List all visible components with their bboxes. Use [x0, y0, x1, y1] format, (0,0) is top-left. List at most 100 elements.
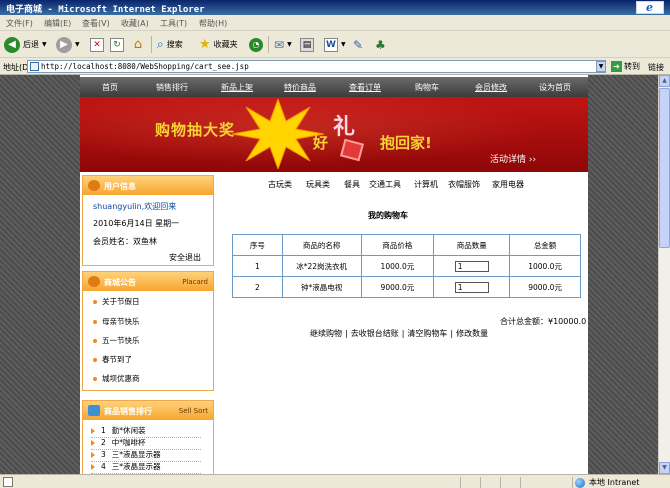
- scroll-thumb[interactable]: [659, 88, 670, 248]
- stop-icon: ✕: [90, 37, 104, 52]
- scroll-down-button[interactable]: ▼: [659, 462, 670, 474]
- chevron-down-icon: ▼: [42, 41, 47, 48]
- menu-help[interactable]: 帮助(H): [199, 18, 227, 29]
- address-url: http://localhost:8080/WebShopping/cart_s…: [41, 62, 249, 71]
- vertical-scrollbar[interactable]: ▲ ▼: [658, 75, 670, 474]
- rank-title: 商品销售排行: [104, 407, 152, 416]
- product-name: 冰*22岗洗衣机: [281, 255, 362, 277]
- quantity-input[interactable]: 1: [454, 260, 489, 272]
- nav-member-edit[interactable]: 会员修改: [475, 82, 507, 93]
- nav-home[interactable]: 首页: [102, 82, 118, 93]
- column-header: 总金额: [509, 234, 581, 256]
- column-header: 商品数量: [433, 234, 511, 256]
- shop-site: 首页 销售排行 新品上架 特价商品 查看订单 购物车 会员修改 设为首页 购物抽…: [80, 75, 588, 474]
- word-icon: W: [324, 37, 338, 52]
- history-icon: ◔: [249, 37, 263, 52]
- quantity-input[interactable]: 1: [454, 281, 489, 293]
- update-quantity-link[interactable]: 修改数量: [456, 329, 488, 338]
- edit-button[interactable]: W ▼: [324, 35, 346, 54]
- address-bar: 地址(D) http://localhost:8080/WebShopping/…: [0, 58, 670, 75]
- messenger-icon: ♣: [375, 37, 386, 52]
- menu-edit[interactable]: 编辑(E): [44, 18, 71, 29]
- notice-item[interactable]: 五一节快乐: [93, 335, 140, 346]
- clear-cart-link[interactable]: 清空购物车: [407, 329, 447, 338]
- menu-file[interactable]: 文件(F): [6, 18, 33, 29]
- notice-item[interactable]: 城坝优惠商: [93, 373, 140, 384]
- nav-new-arrivals[interactable]: 新品上架: [221, 82, 253, 93]
- cart-actions: 继续购物 | 去收银台结账 | 清空购物车 | 修改数量: [310, 329, 489, 338]
- star-icon: ★: [199, 37, 211, 52]
- forward-button[interactable]: ▶ ▼: [56, 35, 80, 54]
- notice-item[interactable]: 关于节假日: [93, 296, 140, 307]
- search-label: 搜索: [166, 40, 183, 49]
- stop-button[interactable]: ✕: [90, 35, 104, 54]
- category-link[interactable]: 古玩类: [268, 179, 292, 190]
- rank-item[interactable]: 4 三*液晶显示器: [91, 461, 201, 474]
- toolbar-separator: [268, 36, 269, 53]
- nav-set-homepage[interactable]: 设为首页: [539, 82, 571, 93]
- notice-title: 商城公告: [104, 278, 136, 287]
- nav-sales-rank[interactable]: 销售排行: [156, 82, 188, 93]
- history-button[interactable]: ◔: [249, 35, 263, 54]
- menu-view[interactable]: 查看(V): [82, 18, 110, 29]
- chevron-down-icon: ▼: [341, 41, 346, 48]
- banner-details-link[interactable]: 活动详情 ››: [490, 152, 536, 165]
- quantity-cell: 1: [433, 276, 511, 298]
- nav-special-offers[interactable]: 特价商品: [284, 82, 316, 93]
- page-icon: [30, 62, 39, 71]
- notice-item[interactable]: 春节到了: [93, 354, 132, 365]
- nav-cart[interactable]: 购物车: [415, 82, 439, 93]
- category-link[interactable]: 计算机: [414, 179, 438, 190]
- refresh-icon: ↻: [110, 37, 124, 52]
- continue-shopping-link[interactable]: 继续购物: [310, 329, 342, 338]
- user-info-title: 用户信息: [104, 182, 136, 191]
- print-button[interactable]: ▤: [300, 35, 314, 54]
- home-button[interactable]: ⌂: [131, 35, 145, 54]
- category-link[interactable]: 衣帽服饰: [448, 179, 480, 190]
- banner-gift-text: 礼: [333, 114, 356, 140]
- promo-banner[interactable]: 购物抽大奖 好 礼 抱回家! 活动详情 ››: [80, 97, 588, 172]
- address-input[interactable]: http://localhost:8080/WebShopping/cart_s…: [27, 60, 606, 73]
- discuss-button[interactable]: ✎: [353, 35, 363, 54]
- refresh-button[interactable]: ↻: [110, 35, 124, 54]
- mail-button[interactable]: ✉ ▼: [274, 35, 292, 54]
- search-button[interactable]: ⌕ 搜索: [157, 35, 183, 54]
- checkout-link[interactable]: 去收银台结账: [351, 329, 399, 338]
- bullet-icon: [93, 299, 97, 304]
- row-total: 1000.0元: [509, 255, 581, 277]
- notice-title-en: Placard: [182, 278, 208, 286]
- chevron-down-icon: ▼: [75, 41, 80, 48]
- scroll-up-button[interactable]: ▲: [659, 75, 670, 87]
- product-name: 钟*液晶电视: [281, 276, 362, 298]
- notice-item[interactable]: 母亲节快乐: [93, 316, 140, 327]
- links-button[interactable]: 链接: [648, 62, 664, 73]
- logout-link[interactable]: 安全退出: [169, 252, 201, 263]
- row-total: 9000.0元: [509, 276, 581, 298]
- go-label: 转到: [624, 62, 640, 71]
- back-arrow-icon: ◀: [4, 36, 20, 53]
- grand-total: 合计总金额：¥10000.0: [500, 317, 587, 326]
- nav-view-orders[interactable]: 查看订单: [349, 82, 381, 93]
- favorites-button[interactable]: ★ 收藏夹: [199, 35, 238, 54]
- security-zone: 本地 Intranet: [575, 477, 639, 488]
- status-bar: 本地 Intranet: [0, 474, 670, 488]
- page-done-icon: [3, 477, 13, 487]
- category-link[interactable]: 餐具: [344, 179, 360, 190]
- messenger-button[interactable]: ♣: [375, 35, 386, 54]
- banner-good-text: 好: [313, 134, 329, 152]
- toolbar-separator: [151, 36, 152, 53]
- cart-title: 我的购物车: [368, 211, 408, 220]
- back-button[interactable]: ◀ 后退 ▼: [4, 35, 47, 54]
- sales-rank-box: 商品销售排行 Sell Sort 1 勤*休闲装 2 中*咖啡杯 3 三*液晶显示器 …: [82, 400, 214, 474]
- menu-tools[interactable]: 工具(T): [160, 18, 187, 29]
- current-date: 2010年6月14日 星期一: [93, 219, 180, 228]
- category-link[interactable]: 交通工具: [369, 179, 401, 190]
- category-link[interactable]: 玩具类: [306, 179, 330, 190]
- table-header-row: 序号 商品的名称 商品价格 商品数量 总金额: [232, 234, 581, 256]
- go-button[interactable]: ➜ 转到: [611, 60, 640, 73]
- arrow-icon: [91, 439, 95, 446]
- arrow-icon: [91, 427, 95, 434]
- menu-favorites[interactable]: 收藏(A): [121, 18, 149, 29]
- address-dropdown-button[interactable]: ▼: [596, 61, 606, 72]
- category-link[interactable]: 家用电器: [492, 179, 524, 190]
